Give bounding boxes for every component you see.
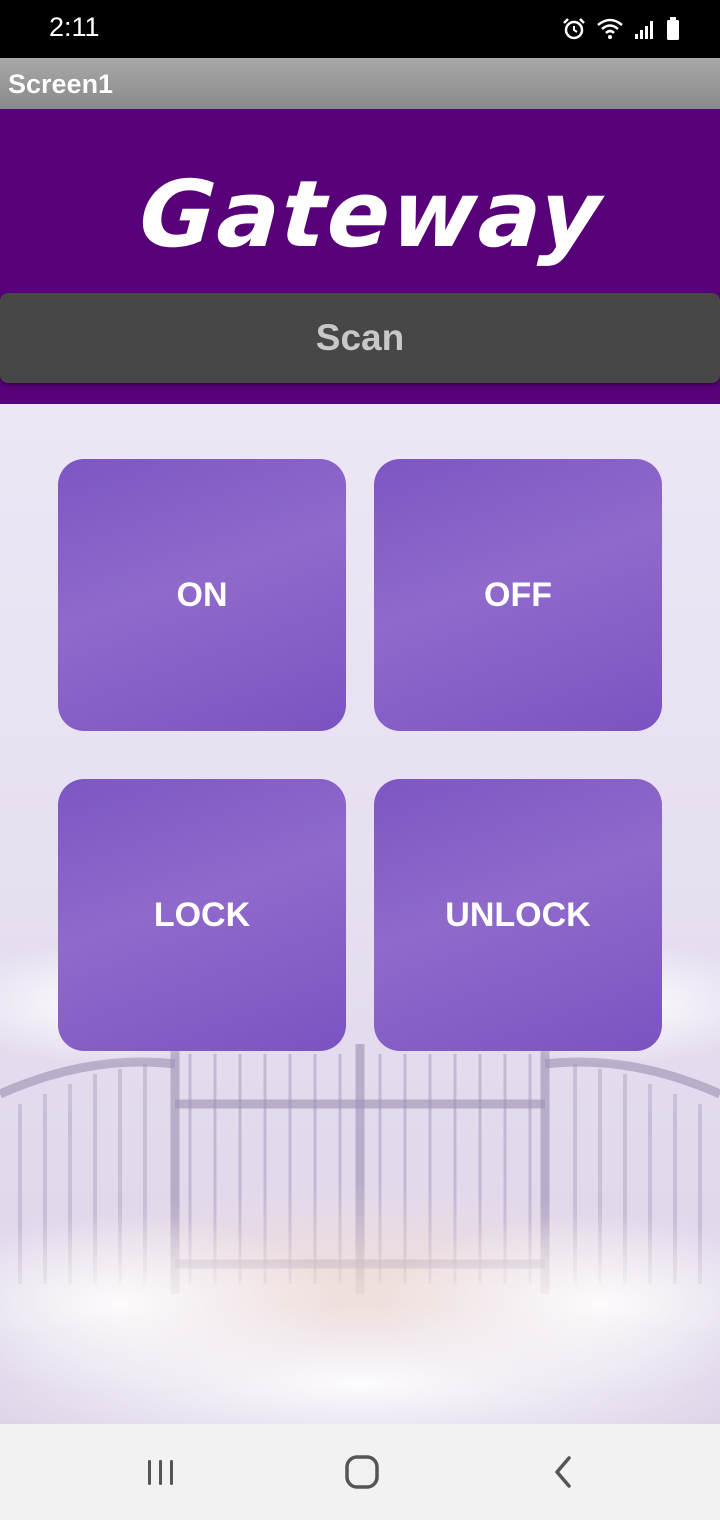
- screen-title: Screen1: [8, 69, 114, 99]
- alarm-icon: [562, 17, 586, 41]
- main-area: ON OFF LOCK UNLOCK: [0, 404, 720, 1424]
- status-time: 2:11: [49, 12, 100, 42]
- recents-icon[interactable]: [131, 1450, 191, 1494]
- title-bar: Screen1: [0, 58, 720, 109]
- status-bar: 2:11: [0, 0, 720, 58]
- back-icon[interactable]: [534, 1450, 594, 1494]
- navigation-bar: [0, 1424, 720, 1520]
- lock-button[interactable]: LOCK: [58, 779, 346, 1051]
- off-button[interactable]: OFF: [374, 459, 662, 731]
- status-icons: [562, 14, 680, 44]
- battery-icon: [666, 17, 680, 41]
- scan-button[interactable]: Scan: [0, 293, 720, 383]
- logo-text: Gateway: [136, 161, 606, 268]
- unlock-button[interactable]: UNLOCK: [374, 779, 662, 1051]
- wifi-icon: [596, 17, 624, 41]
- signal-icon: [634, 18, 656, 40]
- home-icon[interactable]: [332, 1450, 392, 1494]
- on-button[interactable]: ON: [58, 459, 346, 731]
- gateway-logo: Gateway: [136, 160, 606, 270]
